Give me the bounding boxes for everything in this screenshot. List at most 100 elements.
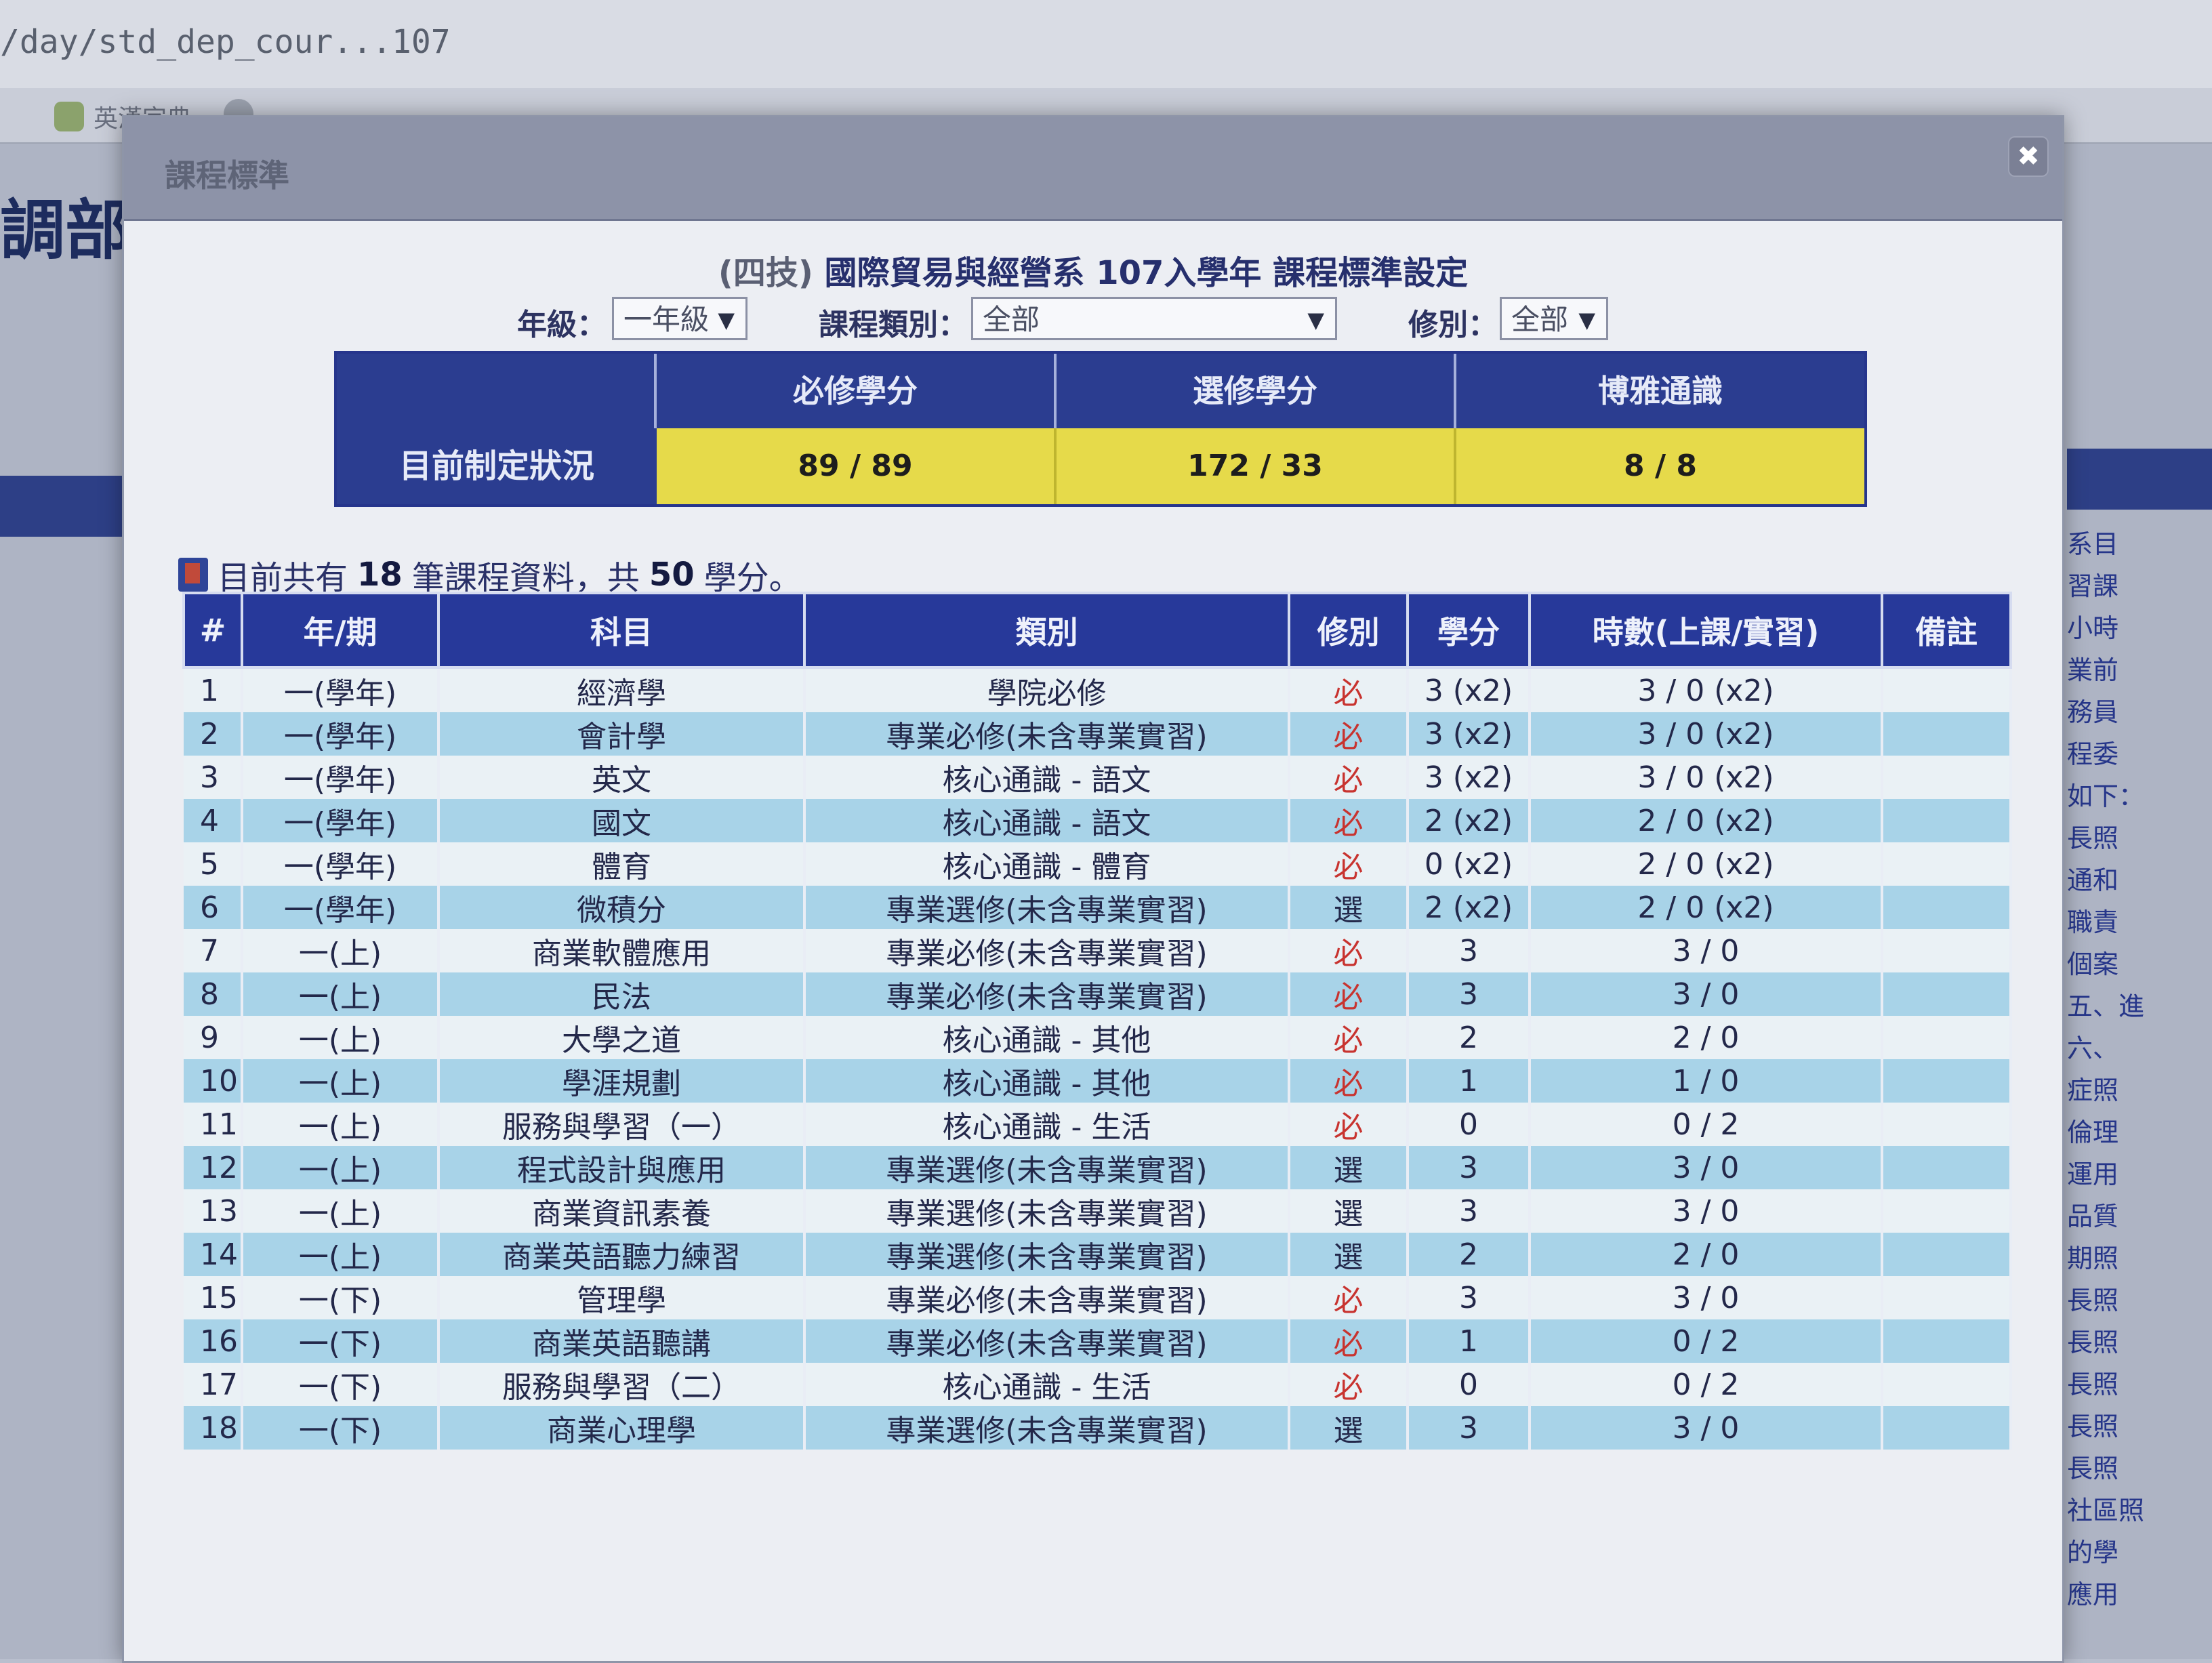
table-row[interactable]: 17 一(下) 服務與學習（二） 核心通識 - 生活必 0 0 / 2 bbox=[184, 1363, 2012, 1406]
row-credits: 3 bbox=[1408, 1146, 1531, 1189]
table-row[interactable]: 11 一(上) 服務與學習（一） 核心通識 - 生活必 0 0 / 2 bbox=[184, 1103, 2012, 1146]
column-header-notes[interactable]: 備註 bbox=[1881, 592, 2012, 669]
row-subject: 經濟學 bbox=[438, 668, 806, 712]
background-text-fragment: 系目 bbox=[2067, 529, 2119, 559]
row-hours: 3 / 0 (x2) bbox=[1530, 712, 1883, 756]
table-row[interactable]: 18 一(下) 商業心理學 專業選修(未含專業實習) 選 3 3 / 0 bbox=[184, 1406, 2012, 1450]
table-row[interactable]: 7 一(上) 商業軟體應用 專業必修(未含專業實習) 必 3 3 / 0 bbox=[184, 929, 2012, 972]
table-row[interactable]: 12 一(上) 程式設計與應用 專業選修(未含專業實習) 選 3 3 / 0 bbox=[184, 1146, 2012, 1189]
row-category: 核心通識 - 體育 bbox=[804, 842, 1290, 886]
background-text-fragment: 長照 bbox=[2067, 1370, 2119, 1399]
row-term: 一(學年) bbox=[242, 668, 440, 712]
row-subject: 國文 bbox=[438, 799, 806, 842]
background-text-fragment: 個案 bbox=[2067, 949, 2119, 979]
table-row[interactable]: 6 一(學年) 微積分 專業選修(未含專業實習) 選 2 (x2) 2 / 0 (x2) bbox=[184, 886, 2012, 929]
program-tag: (四技) bbox=[718, 254, 813, 292]
row-category: 專業選修(未含專業實習) bbox=[804, 1233, 1290, 1276]
count-records: 18 bbox=[357, 556, 403, 594]
row-category: 學院必修 bbox=[804, 668, 1290, 712]
row-hours: 3 / 0 (x2) bbox=[1530, 756, 1883, 799]
column-header-subject[interactable]: 科目 bbox=[437, 592, 806, 669]
row-index: 16 bbox=[184, 1319, 243, 1363]
table-row[interactable]: 8 一(上) 民法 專業必修(未含專業實習) 必 3 3 / 0 bbox=[184, 972, 2012, 1016]
row-index: 15 bbox=[184, 1276, 243, 1319]
row-term: 一(學年) bbox=[242, 886, 440, 929]
row-notes bbox=[1882, 1146, 2012, 1189]
background-nav-bar-right bbox=[2067, 449, 2212, 510]
row-subject: 會計學 bbox=[438, 712, 806, 756]
summary-value-required: 89 / 89 bbox=[657, 428, 1057, 504]
category-select[interactable]: 全部 ▼ bbox=[971, 297, 1337, 340]
table-body: 1 一(學年) 經濟學 學院必修必 3 (x2) 3 / 0 (x2) 2 一(學年) 會計學專… bbox=[184, 668, 2012, 1450]
row-type: 必 bbox=[1289, 1319, 1409, 1363]
close-icon[interactable]: ✖ bbox=[2008, 136, 2049, 177]
background-text-fragment: 社區照 bbox=[2067, 1496, 2145, 1525]
row-category: 專業選修(未含專業實習) bbox=[804, 1406, 1290, 1450]
row-credits: 2 (x2) bbox=[1408, 799, 1531, 842]
row-notes bbox=[1882, 972, 2012, 1016]
table-row[interactable]: 3 一(學年) 英文 核心通識 - 語文必 3 (x2) 3 / 0 (x2) bbox=[184, 756, 2012, 799]
row-credits: 3 (x2) bbox=[1408, 668, 1531, 712]
dialog-header[interactable]: 課程標準 ✖ bbox=[124, 117, 2062, 221]
table-row[interactable]: 14 一(上) 商業英語聽力練習 專業選修(未含專業實習) 選 2 2 / 0 bbox=[184, 1233, 2012, 1276]
background-text-fragment: 六、 bbox=[2067, 1033, 2119, 1063]
table-row[interactable]: 9 一(上) 大學之道 核心通識 - 其他必 2 2 / 0 bbox=[184, 1016, 2012, 1059]
type-select-value: 全部 bbox=[1511, 303, 1569, 336]
dialog-title: 課程標準 bbox=[165, 157, 289, 194]
row-hours: 1 / 0 bbox=[1530, 1059, 1883, 1103]
row-index: 9 bbox=[184, 1016, 243, 1059]
column-header-category[interactable]: 類別 bbox=[803, 592, 1290, 669]
row-notes bbox=[1882, 799, 2012, 842]
row-notes bbox=[1882, 712, 2012, 756]
credit-summary-table: 必修學分 選修學分 博雅通識 目前制定狀況 89 / 89 172 / 33 8… bbox=[334, 351, 1867, 507]
table-row[interactable]: 15 一(下) 管理學 專業必修(未含專業實習) 必 3 3 / 0 bbox=[184, 1276, 2012, 1319]
row-type: 必 bbox=[1289, 1059, 1409, 1103]
table-row[interactable]: 10 一(上) 學涯規劃 核心通識 - 其他必 1 1 / 0 bbox=[184, 1059, 2012, 1103]
background-text-fragment: 務員 bbox=[2067, 697, 2119, 727]
table-row[interactable]: 1 一(學年) 經濟學 學院必修必 3 (x2) 3 / 0 (x2) bbox=[184, 668, 2012, 712]
summary-value-general: 8 / 8 bbox=[1456, 428, 1864, 504]
row-hours: 3 / 0 (x2) bbox=[1530, 668, 1883, 712]
row-hours: 3 / 0 bbox=[1530, 1146, 1883, 1189]
background-text-fragment: 長照 bbox=[2067, 823, 2119, 853]
type-select[interactable]: 全部 ▼ bbox=[1500, 297, 1608, 340]
row-term: 一(學年) bbox=[242, 842, 440, 886]
row-index: 17 bbox=[184, 1363, 243, 1406]
row-term: 一(學年) bbox=[242, 712, 440, 756]
row-type: 必 bbox=[1289, 1016, 1409, 1059]
column-header-credits[interactable]: 學分 bbox=[1406, 592, 1531, 669]
summary-header-elective: 選修學分 bbox=[1057, 354, 1456, 428]
row-hours: 3 / 0 bbox=[1530, 972, 1883, 1016]
grade-select[interactable]: 一年級 ▼ bbox=[612, 297, 747, 340]
summary-row-label: 目前制定狀況 bbox=[337, 428, 657, 504]
background-text-fragment: 長照 bbox=[2067, 1286, 2119, 1315]
column-header-hours[interactable]: 時數(上課/實習) bbox=[1528, 592, 1883, 669]
row-index: 14 bbox=[184, 1233, 243, 1276]
address-bar[interactable]: /day/std_dep_cour...107 bbox=[0, 0, 2212, 89]
column-header-type[interactable]: 修別 bbox=[1288, 592, 1409, 669]
background-text-fragment: 習課 bbox=[2067, 571, 2119, 601]
background-text-fragment: 程委 bbox=[2067, 739, 2119, 769]
row-index: 2 bbox=[184, 712, 243, 756]
type-filter-label: 修別： bbox=[1408, 308, 1498, 342]
row-subject: 服務與學習（二） bbox=[438, 1363, 806, 1406]
row-hours: 3 / 0 bbox=[1530, 1276, 1883, 1319]
row-term: 一(下) bbox=[242, 1276, 440, 1319]
row-hours: 2 / 0 (x2) bbox=[1530, 799, 1883, 842]
address-text[interactable]: /day/std_dep_cour...107 bbox=[0, 23, 451, 61]
row-notes bbox=[1882, 1406, 2012, 1450]
background-text-fragment: 運用 bbox=[2067, 1159, 2119, 1189]
row-credits: 1 bbox=[1408, 1059, 1531, 1103]
table-row[interactable]: 13 一(上) 商業資訊素養 專業選修(未含專業實習) 選 3 3 / 0 bbox=[184, 1189, 2012, 1233]
background-text-fragment: 通和 bbox=[2067, 865, 2119, 895]
table-row[interactable]: 5 一(學年) 體育 核心通識 - 體育必 0 (x2) 2 / 0 (x2) bbox=[184, 842, 2012, 886]
column-header-index[interactable]: # bbox=[182, 592, 243, 669]
row-credits: 3 bbox=[1408, 972, 1531, 1016]
column-header-term[interactable]: 年/期 bbox=[241, 592, 440, 669]
row-credits: 3 (x2) bbox=[1408, 756, 1531, 799]
table-row[interactable]: 16 一(下) 商業英語聽講 專業必修(未含專業實習) 必 1 0 / 2 bbox=[184, 1319, 2012, 1363]
category-filter-label: 課程類別： bbox=[819, 308, 968, 342]
table-row[interactable]: 2 一(學年) 會計學 專業必修(未含專業實習) 必 3 (x2) 3 / 0 (x2) bbox=[184, 712, 2012, 756]
row-type: 必 bbox=[1289, 929, 1409, 972]
table-row[interactable]: 4 一(學年) 國文 核心通識 - 語文必 2 (x2) 2 / 0 (x2) bbox=[184, 799, 2012, 842]
